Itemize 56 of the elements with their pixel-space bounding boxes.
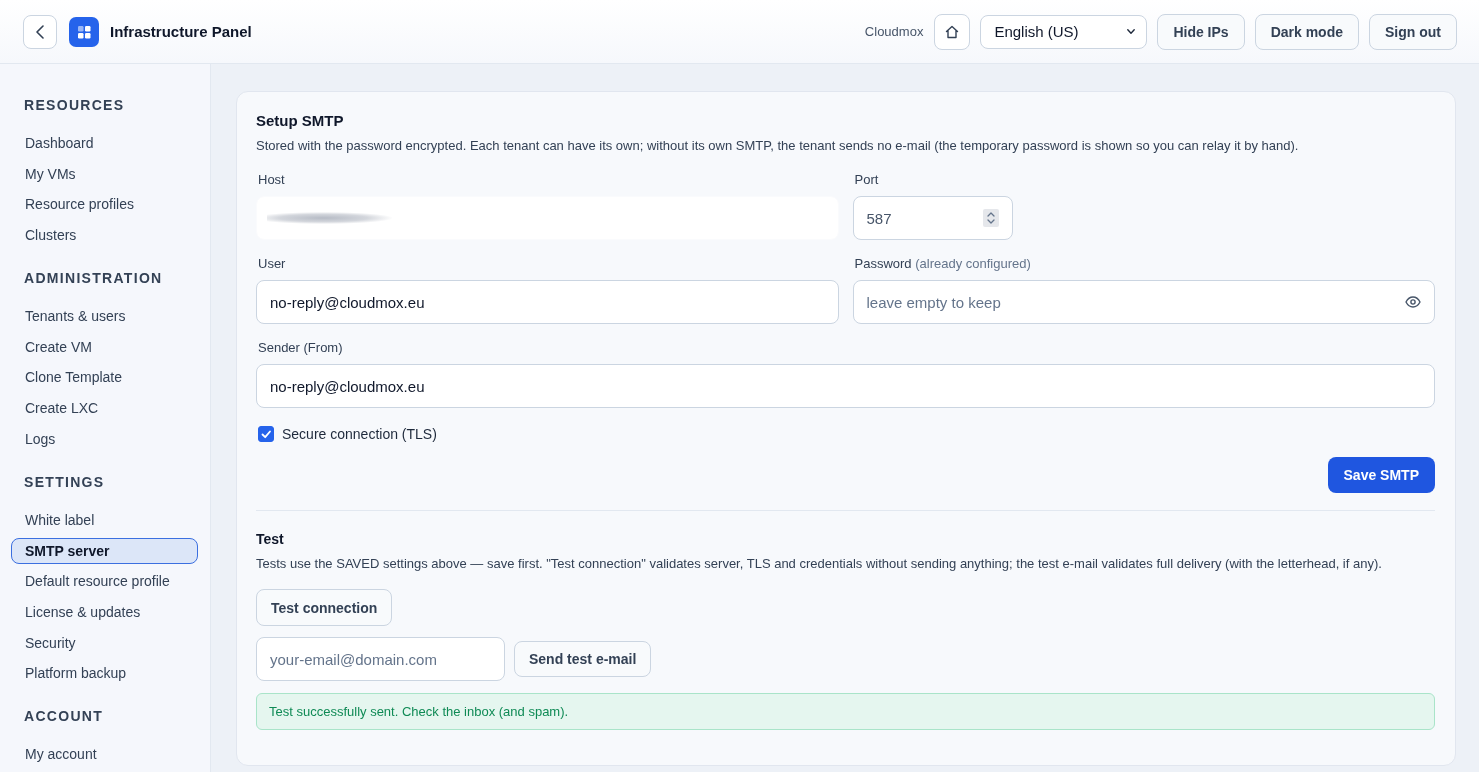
- password-field[interactable]: leave empty to keep: [852, 280, 1435, 324]
- home-button[interactable]: [934, 13, 971, 50]
- field-note: (already configured): [915, 256, 1031, 271]
- sidebar-item[interactable]: My VMs: [11, 160, 198, 187]
- sidebar-item[interactable]: SMTP server: [11, 537, 198, 564]
- sidebar-item[interactable]: Create LXC: [11, 395, 198, 422]
- section-description: Stored with the password encrypted. Each tenant can have its own; without its own SMTP, the tenant sends no e-mail (the temporary password is shown so you can relay it by hand).: [256, 137, 1300, 155]
- field-label: User: [258, 256, 286, 271]
- eye-icon: [1405, 296, 1421, 308]
- header-button[interactable]: Hide IPs: [1157, 13, 1245, 50]
- sidebar-item[interactable]: My account: [11, 741, 198, 768]
- language-select[interactable]: English (US): [980, 14, 1148, 49]
- input-field[interactable]: [256, 196, 839, 240]
- section-title: Setup SMTP: [256, 111, 345, 131]
- sidebar-heading: ACCOUNT: [23, 707, 105, 727]
- sidebar-item[interactable]: Default resource profile: [11, 568, 198, 595]
- sidebar-item[interactable]: Logs: [11, 425, 198, 452]
- checkmark-icon: [260, 428, 272, 440]
- header-button[interactable]: Sign out: [1369, 13, 1457, 50]
- sidebar-item[interactable]: Security: [11, 629, 198, 656]
- section-title: Test: [256, 530, 285, 549]
- sidebar-heading: RESOURCES: [23, 96, 126, 115]
- section-description: Tests use the SAVED settings above — save first. "Test connection" validates server, TLS and credentials without sending anything; the test e-mail validates full delivery (with the letterhead, if any).: [256, 555, 1383, 573]
- input-field[interactable]: no-reply@cloudmox.eu: [256, 280, 839, 324]
- grid-logo-icon: [69, 16, 99, 47]
- status-message: Test successfully sent. Check the inbox (and spam).: [256, 693, 1435, 730]
- number-field[interactable]: 587: [852, 196, 1013, 240]
- sidebar-item[interactable]: White label: [11, 506, 198, 533]
- sidebar-item[interactable]: Dashboard: [11, 130, 198, 156]
- chevron-left-icon: [36, 24, 44, 39]
- sidebar-item[interactable]: License & updates: [11, 598, 198, 625]
- checkbox-label: Secure connection (TLS): [282, 426, 437, 442]
- sidebar-item[interactable]: Platform backup: [11, 660, 198, 687]
- save-button[interactable]: Save SMTP: [1327, 457, 1435, 493]
- brand-name: Cloudmox: [864, 24, 924, 39]
- sidebar-item[interactable]: Clone Template: [11, 364, 198, 391]
- field-label: Host: [258, 172, 285, 187]
- send-test-button[interactable]: Send test e-mail: [514, 641, 652, 677]
- input-field[interactable]: no-reply@cloudmox.eu: [256, 364, 1435, 408]
- caret-icon: [1127, 29, 1136, 34]
- checkbox[interactable]: [258, 426, 274, 442]
- sidebar-item[interactable]: Clusters: [11, 222, 198, 249]
- header-button[interactable]: Dark mode: [1254, 13, 1359, 50]
- app-title: Infrastructure Panel: [110, 23, 252, 40]
- sidebar-heading: ADMINISTRATION: [23, 269, 164, 289]
- sidebar-heading: SETTINGS: [23, 472, 106, 492]
- home-icon: [945, 24, 960, 39]
- field-label: Sender (From): [258, 340, 343, 355]
- field-label: Password: [854, 256, 912, 271]
- test-connection-button[interactable]: Test connection: [256, 589, 393, 626]
- email-field[interactable]: your-email@domain.com: [256, 637, 505, 681]
- sidebar-item[interactable]: Create VM: [11, 333, 198, 360]
- back-button[interactable]: [23, 14, 57, 49]
- sidebar-item[interactable]: Tenants & users: [11, 303, 198, 330]
- sidebar-item[interactable]: Resource profiles: [11, 191, 198, 218]
- field-label: Port: [854, 172, 879, 187]
